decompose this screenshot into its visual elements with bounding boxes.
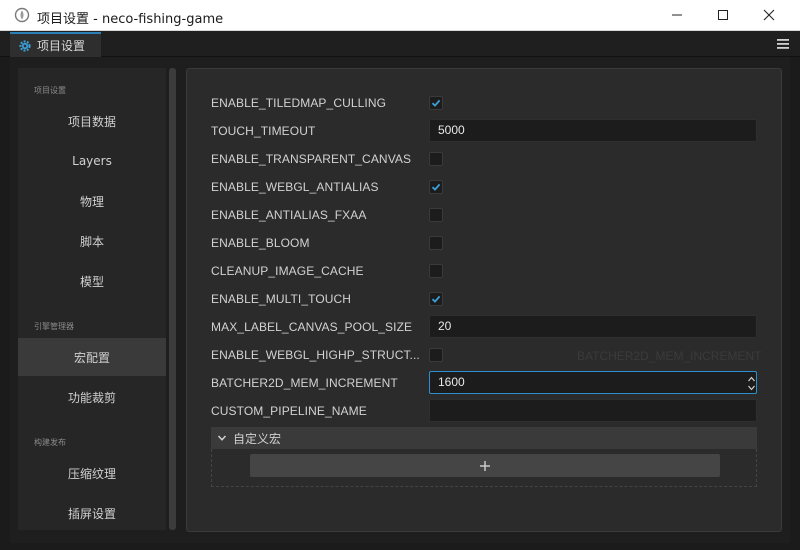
macro-input-custom-pipeline-name[interactable] <box>429 399 757 422</box>
window-titlebar: 项目设置 - neco-fishing-game <box>0 0 800 31</box>
cocos-logo-icon <box>14 7 30 23</box>
macro-input-batcher2d-mem-increment[interactable]: 1600 <box>429 371 757 394</box>
add-custom-macro-button[interactable] <box>250 454 720 477</box>
macro-checkbox-enable-webgl-highp-struct[interactable] <box>429 348 443 362</box>
custom-macros-label: 自定义宏 <box>233 431 282 446</box>
macro-label: ENABLE_TRANSPARENT_CANVAS <box>211 152 412 166</box>
close-button[interactable] <box>746 0 792 30</box>
macro-label: ENABLE_MULTI_TOUCH <box>211 292 352 306</box>
macro-checkbox-cleanup-image-cache[interactable] <box>429 264 443 278</box>
panel-tabbar: 项目设置 <box>0 31 800 57</box>
close-icon <box>763 9 775 21</box>
macro-input-max-label-canvas-pool-size[interactable]: 20 <box>429 315 757 338</box>
checkmark-icon <box>431 295 441 303</box>
sidebar-section-title: 引擎管理器 <box>34 322 74 331</box>
macro-label: MAX_LABEL_CANVAS_POOL_SIZE <box>211 320 413 334</box>
tooltip-ghost-text: BATCHER2D_MEM_INCREMENT <box>577 349 762 363</box>
macro-label: ENABLE_BLOOM <box>211 236 310 250</box>
sidebar-item-physics[interactable]: 物理 <box>18 182 166 220</box>
sidebar-section-title: 构建发布 <box>34 438 66 447</box>
sidebar-item-layers[interactable]: Layers <box>18 142 166 180</box>
macro-label: ENABLE_TILEDMAP_CULLING <box>211 96 387 110</box>
chevron-down-icon <box>217 435 227 441</box>
sidebar-section-title: 项目设置 <box>34 86 66 95</box>
macro-label: ENABLE_WEBGL_ANTIALIAS <box>211 180 379 194</box>
macro-label: CLEANUP_IMAGE_CACHE <box>211 264 364 278</box>
macro-label: ENABLE_WEBGL_HIGHP_STRUCT... <box>211 348 420 362</box>
tab-project-settings[interactable]: 项目设置 <box>10 32 101 57</box>
sidebar-item-splash-settings[interactable]: 插屏设置 <box>18 494 166 532</box>
tab-label: 项目设置 <box>37 39 86 53</box>
sidebar-item-compressed-textures[interactable]: 压缩纹理 <box>18 454 166 492</box>
maximize-icon <box>718 10 728 20</box>
minimize-icon <box>672 14 682 16</box>
sidebar-item-project-data[interactable]: 项目数据 <box>18 102 166 140</box>
sidebar-item-feature-crop[interactable]: 功能裁剪 <box>18 378 166 416</box>
checkmark-icon <box>431 183 441 191</box>
macro-label: CUSTOM_PIPELINE_NAME <box>211 404 367 418</box>
sidebar-item-models[interactable]: 模型 <box>18 262 166 300</box>
window-title: 项目设置 - neco-fishing-game <box>37 12 224 27</box>
macro-checkbox-enable-bloom[interactable] <box>429 236 443 250</box>
macro-checkbox-enable-multi-touch[interactable] <box>429 292 443 306</box>
macro-label: TOUCH_TIMEOUT <box>211 124 316 138</box>
macro-checkbox-enable-antialias-fxaa[interactable] <box>429 208 443 222</box>
macro-label: ENABLE_ANTIALIAS_FXAA <box>211 208 367 222</box>
sidebar-scrollbar[interactable] <box>169 68 176 530</box>
macro-input-touch-timeout[interactable]: 5000 <box>429 119 757 142</box>
checkmark-icon <box>431 99 441 107</box>
gear-icon <box>19 39 31 52</box>
macro-label: BATCHER2D_MEM_INCREMENT <box>211 376 398 390</box>
number-stepper[interactable] <box>747 373 756 394</box>
sidebar-item-scripts[interactable]: 脚本 <box>18 222 166 260</box>
macro-checkbox-enable-tiledmap-culling[interactable] <box>429 96 443 110</box>
sidebar-item-macro-config[interactable]: 宏配置 <box>18 338 166 376</box>
custom-macros-header[interactable]: 自定义宏 <box>211 427 757 449</box>
maximize-button[interactable] <box>700 0 746 30</box>
minimize-button[interactable] <box>654 0 700 30</box>
macro-checkbox-enable-webgl-antialias[interactable] <box>429 180 443 194</box>
hamburger-menu-icon[interactable] <box>776 37 790 51</box>
macro-checkbox-enable-transparent-canvas[interactable] <box>429 152 443 166</box>
plus-icon <box>480 460 490 471</box>
